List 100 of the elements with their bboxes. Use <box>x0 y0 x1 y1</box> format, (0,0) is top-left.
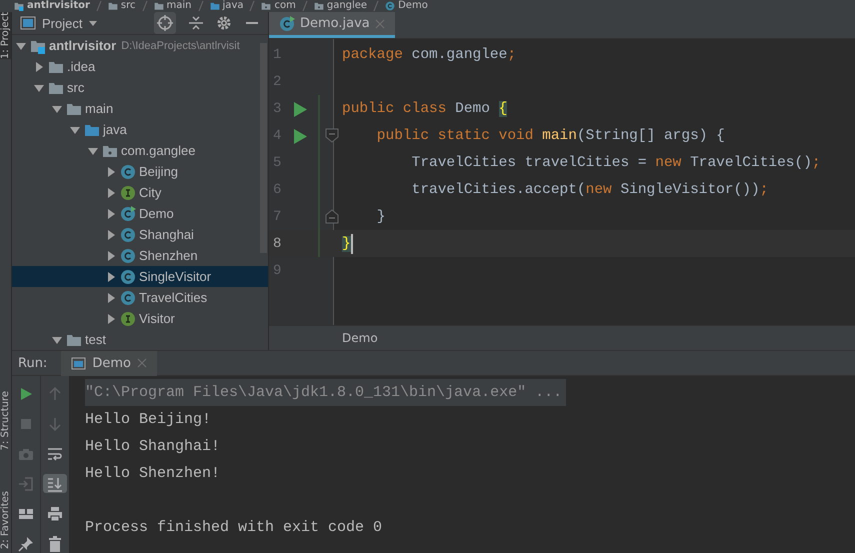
line-number: 8 <box>272 236 282 252</box>
console-line: Hello Beijing! <box>85 410 212 430</box>
text-cursor <box>350 234 353 254</box>
run-icon[interactable] <box>18 386 34 402</box>
breadcrumb-item[interactable]: Demo <box>398 0 428 12</box>
separator-icon <box>302 0 308 12</box>
item-label: City <box>139 185 162 200</box>
locate-icon[interactable] <box>154 12 176 34</box>
module-icon <box>14 1 24 11</box>
item-label: src <box>67 80 84 95</box>
item-label: antlrvisitor <box>49 38 116 53</box>
item-label: test <box>85 332 106 347</box>
collapsed-arrow-icon[interactable] <box>105 208 117 220</box>
breadcrumb-item[interactable]: Demo <box>342 331 378 345</box>
breadcrumb-item[interactable]: src <box>120 0 136 12</box>
view-selector[interactable]: Project <box>20 15 98 31</box>
collapsed-arrow-icon[interactable] <box>105 186 117 198</box>
scrollbar[interactable] <box>260 43 267 253</box>
tree-item[interactable]: java <box>12 119 268 140</box>
class-icon <box>385 1 396 11</box>
class-icon <box>120 248 136 264</box>
run-label: Run: <box>18 356 48 370</box>
tree-item[interactable]: TravelCities <box>12 287 268 308</box>
item-label: Visitor <box>139 311 175 326</box>
item-label: Demo <box>139 206 174 221</box>
collapse-all-icon[interactable] <box>188 15 204 31</box>
tree-item[interactable]: SingleVisitor <box>12 266 268 287</box>
trash-icon[interactable] <box>47 536 63 552</box>
caret-icon <box>88 18 98 28</box>
class-icon <box>120 164 136 180</box>
item-label: .idea <box>67 59 96 74</box>
collapsed-arrow-icon[interactable] <box>33 60 45 72</box>
console-icon <box>71 356 86 370</box>
code-line: travelCities.accept(new SingleVisitor()); <box>410 182 768 198</box>
item-label: Shanghai <box>139 227 194 242</box>
item-label: Shenzhen <box>139 248 198 263</box>
tree-item[interactable]: Shanghai <box>12 224 268 245</box>
tool-window-tab[interactable]: 1: Project <box>0 12 11 60</box>
run-icon[interactable] <box>293 128 307 145</box>
collapsed-arrow-icon[interactable] <box>105 312 117 324</box>
settings-icon[interactable] <box>216 15 232 31</box>
item-label: java <box>103 122 127 137</box>
fold-icon[interactable] <box>325 209 339 224</box>
class-icon <box>120 290 136 306</box>
breadcrumb-item[interactable]: com <box>274 0 296 12</box>
collapsed-arrow-icon[interactable] <box>105 228 117 240</box>
collapsed-arrow-icon[interactable] <box>105 166 117 178</box>
class-icon <box>120 268 136 284</box>
tree-item[interactable]: src <box>12 77 268 98</box>
item-label: main <box>85 101 114 116</box>
code-line: package com.ganglee; <box>342 46 516 62</box>
tree-item[interactable]: City <box>12 182 268 203</box>
pin-icon[interactable] <box>18 536 34 552</box>
tree-item[interactable]: Demo <box>12 203 268 224</box>
code-line: } <box>376 208 386 224</box>
console-line: Hello Shenzhen! <box>85 464 220 484</box>
breadcrumb-item[interactable]: antlrvisitor <box>27 0 90 12</box>
class-icon <box>120 226 136 242</box>
separator-icon <box>249 0 256 12</box>
tree-item[interactable]: Visitor <box>12 308 268 329</box>
soft-wrap-icon[interactable] <box>47 446 63 462</box>
project-path: D:\IdeaProjects\antlrvisit <box>121 40 240 52</box>
tree-item[interactable]: test <box>12 329 268 350</box>
tree-item[interactable]: com.ganglee <box>12 140 268 161</box>
breadcrumb-item[interactable]: main <box>166 0 192 12</box>
tree-item[interactable]: Beijing <box>12 161 268 182</box>
collapsed-arrow-icon[interactable] <box>105 292 117 304</box>
scroll-to-end-icon[interactable] <box>47 476 63 492</box>
breadcrumb-item[interactable]: java <box>222 0 244 12</box>
item-label: TravelCities <box>139 290 208 305</box>
separator-icon <box>373 0 380 12</box>
tree-item[interactable]: main <box>12 98 268 119</box>
interface-icon <box>120 310 136 326</box>
tool-window-tab[interactable]: 2: Favorites <box>0 490 11 549</box>
print-icon[interactable] <box>47 506 63 522</box>
runnable-class-icon <box>120 206 136 222</box>
interface-icon <box>120 184 136 200</box>
file-tab[interactable]: Demo.java <box>269 12 395 38</box>
tree-item[interactable]: .idea <box>12 56 268 77</box>
code-line: TravelCities travelCities = new TravelCities(); <box>410 154 821 170</box>
breadcrumb-item[interactable]: ganglee <box>326 0 368 12</box>
collapsed-arrow-icon[interactable] <box>105 250 117 262</box>
code-line: public static void main(String[] args) { <box>376 128 725 144</box>
item-label: SingleVisitor <box>139 269 212 284</box>
runnable-class-icon <box>279 16 295 32</box>
separator-icon <box>96 0 102 12</box>
run-icon[interactable] <box>293 101 307 118</box>
tree-item[interactable]: Shenzhen <box>12 245 268 266</box>
fold-icon[interactable] <box>325 128 339 143</box>
separator-icon <box>198 0 204 12</box>
collapsed-arrow-icon[interactable] <box>105 270 117 282</box>
console-line: Process finished with exit code 0 <box>85 518 382 538</box>
console-line: Hello Shanghai! <box>85 437 220 457</box>
tool-window-tab[interactable]: 7: Structure <box>0 391 11 451</box>
tree-item[interactable]: antlrvisitor D:\IdeaProjects\antlrvisit <box>12 35 268 56</box>
window-icon <box>20 15 36 31</box>
run-tab[interactable]: Demo <box>61 350 157 376</box>
separator-icon <box>142 0 148 12</box>
item-label: Beijing <box>139 164 178 179</box>
item-label: com.ganglee <box>121 143 196 158</box>
